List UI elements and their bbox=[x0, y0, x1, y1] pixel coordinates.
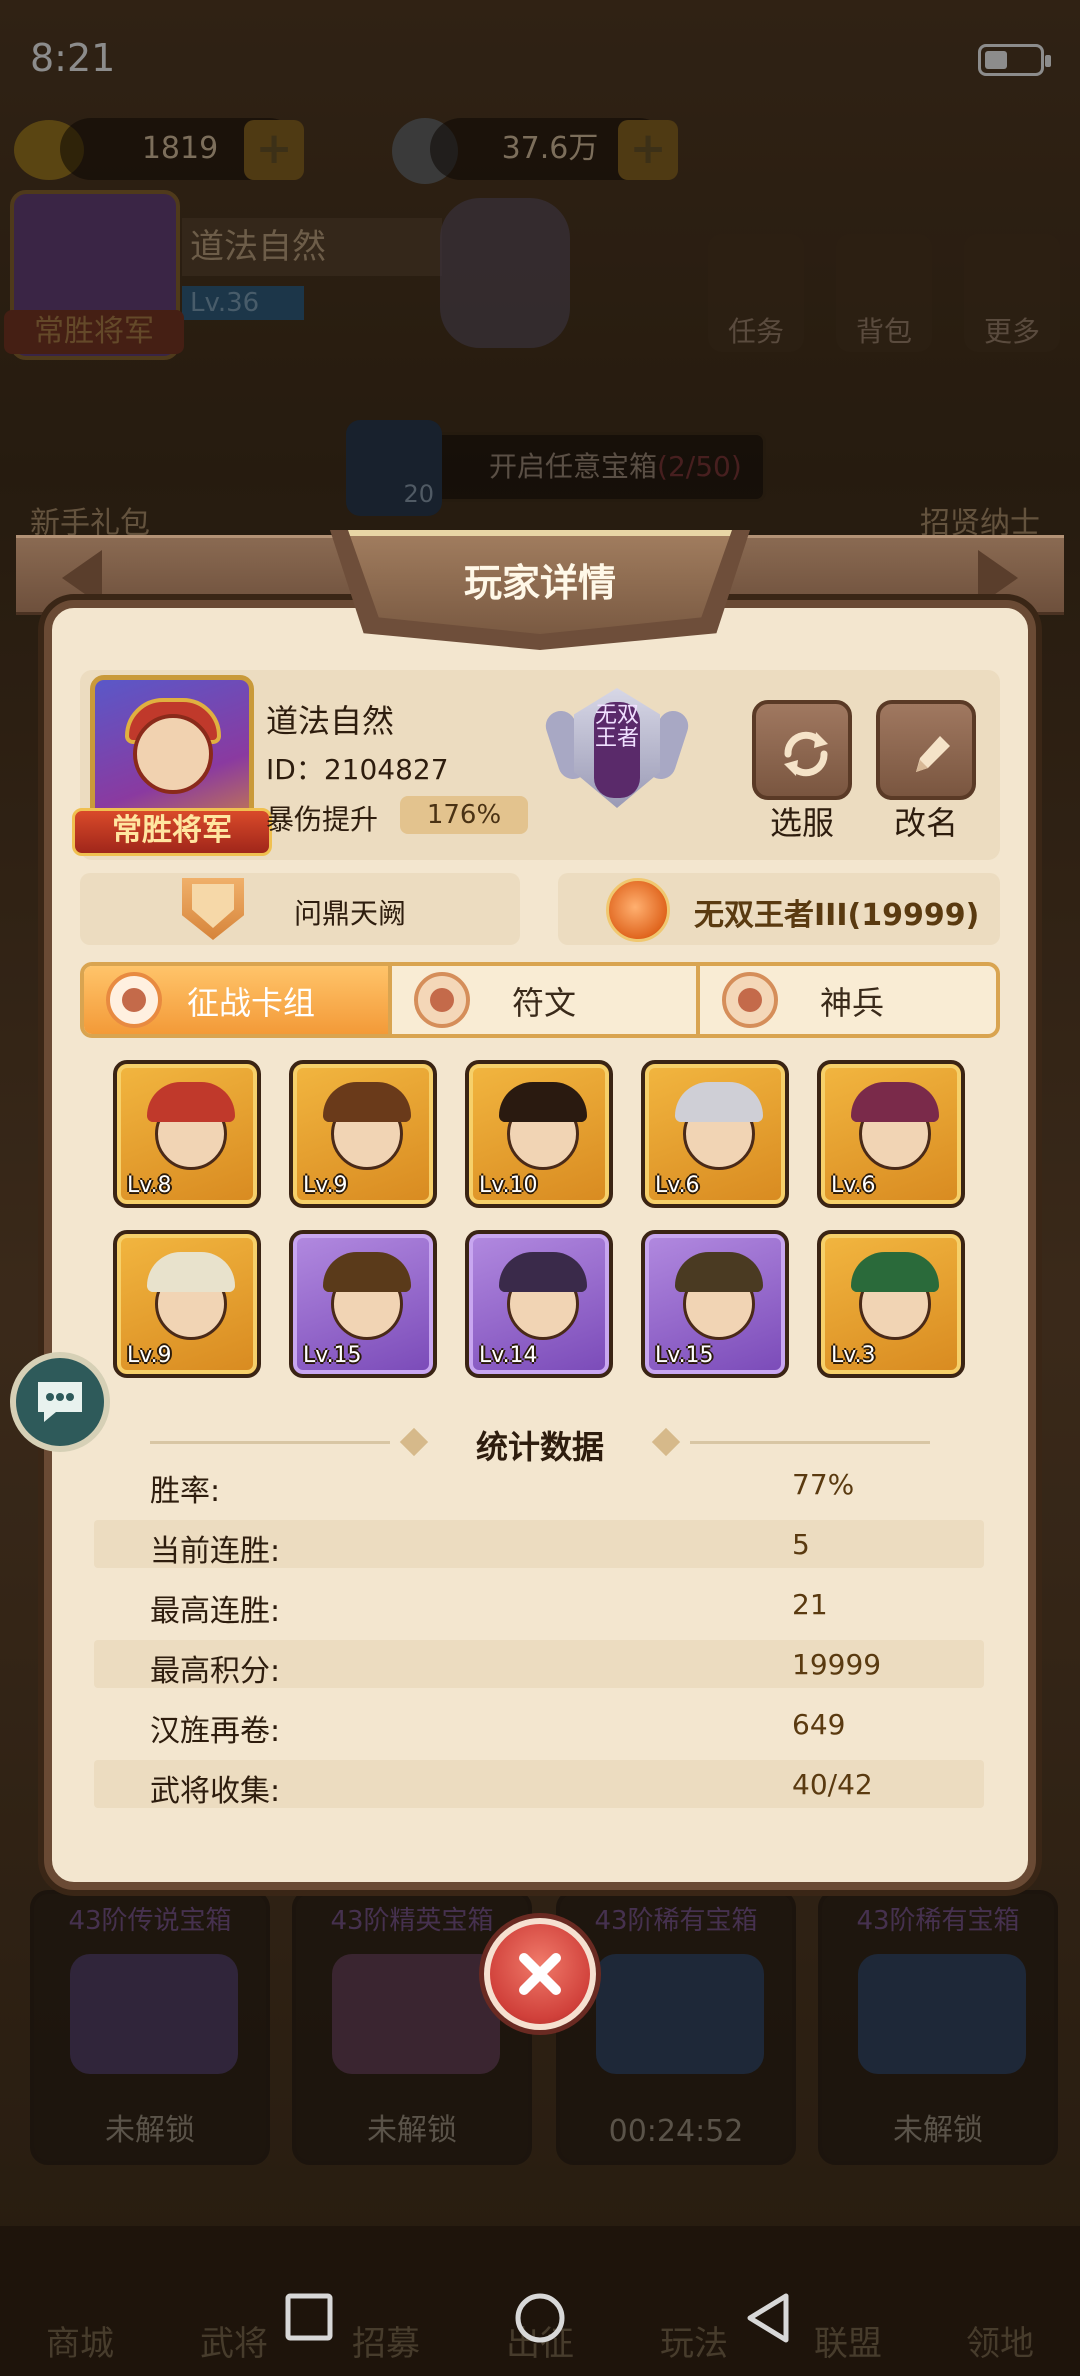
hero-level: Lv.3 bbox=[831, 1343, 876, 1368]
stat-row: 最高连胜: 21 bbox=[94, 1580, 984, 1629]
hero-level: Lv.9 bbox=[127, 1343, 172, 1368]
player-id: ID：2104827 bbox=[266, 753, 449, 786]
detail-tabs: 征战卡组 符文 神兵 bbox=[80, 962, 1000, 1038]
select-server-label: 选服 bbox=[769, 804, 834, 842]
hero-card[interactable]: Lv.6 bbox=[817, 1060, 965, 1208]
hero-portrait bbox=[851, 1252, 939, 1292]
hero-portrait bbox=[323, 1082, 411, 1122]
stat-value: 649 bbox=[792, 1708, 846, 1741]
chat-icon bbox=[38, 1382, 82, 1422]
rank-emblem-text: 无双王者 bbox=[594, 702, 640, 798]
stat-row: 最高积分: 19999 bbox=[94, 1640, 984, 1689]
hero-card[interactable]: Lv.9 bbox=[113, 1230, 261, 1378]
stat-value: 77% bbox=[792, 1468, 855, 1501]
stat-value: 40/42 bbox=[792, 1768, 873, 1801]
tab-battle-deck[interactable]: 征战卡组 bbox=[84, 966, 388, 1034]
stat-row: 当前连胜: 5 bbox=[94, 1520, 984, 1569]
refresh-icon bbox=[784, 731, 828, 777]
hero-portrait bbox=[499, 1082, 587, 1122]
tab-runes[interactable]: 符文 bbox=[392, 966, 696, 1034]
hero-card[interactable]: Lv.3 bbox=[817, 1230, 965, 1378]
tab-divine-weapons[interactable]: 神兵 bbox=[700, 966, 996, 1034]
hero-portrait bbox=[851, 1082, 939, 1122]
close-icon bbox=[519, 1953, 561, 1995]
hero-level: Lv.14 bbox=[479, 1343, 538, 1368]
stat-value: 19999 bbox=[792, 1648, 882, 1681]
recent-apps-icon[interactable] bbox=[282, 2290, 336, 2344]
rename-label: 改名 bbox=[893, 804, 958, 842]
stat-label: 最高积分: bbox=[150, 1654, 281, 1689]
hero-level: Lv.9 bbox=[303, 1173, 348, 1198]
rename-button[interactable] bbox=[876, 700, 976, 800]
stat-label: 胜率: bbox=[150, 1474, 221, 1509]
hero-portrait bbox=[499, 1252, 587, 1292]
hero-level: Lv.6 bbox=[831, 1173, 876, 1198]
select-server-button[interactable] bbox=[752, 700, 852, 800]
stat-row: 汉旌再卷: 649 bbox=[94, 1700, 984, 1749]
crit-damage-value: 176% bbox=[400, 796, 528, 834]
chat-button[interactable] bbox=[10, 1352, 110, 1452]
close-button[interactable] bbox=[484, 1918, 596, 2030]
title-badge: 常胜将军 bbox=[72, 808, 272, 856]
hero-portrait bbox=[147, 1082, 235, 1122]
hero-portrait bbox=[675, 1082, 763, 1122]
stat-value: 5 bbox=[792, 1528, 810, 1561]
pencil-icon bbox=[916, 736, 950, 772]
hero-portrait bbox=[147, 1252, 235, 1292]
divider-right bbox=[690, 1441, 930, 1444]
hero-card[interactable]: Lv.9 bbox=[289, 1060, 437, 1208]
hero-portrait bbox=[675, 1252, 763, 1292]
hero-card[interactable]: Lv.8 bbox=[113, 1060, 261, 1208]
hero-level: Lv.15 bbox=[655, 1343, 714, 1368]
hero-level: Lv.6 bbox=[655, 1173, 700, 1198]
tab-label: 符文 bbox=[511, 984, 576, 1022]
home-icon[interactable] bbox=[512, 2290, 568, 2346]
hero-portrait bbox=[323, 1252, 411, 1292]
hero-card[interactable]: Lv.10 bbox=[465, 1060, 613, 1208]
hero-card[interactable]: Lv.15 bbox=[641, 1230, 789, 1378]
stat-row: 武将收集: 40/42 bbox=[94, 1760, 984, 1809]
stat-label: 当前连胜: bbox=[150, 1534, 281, 1569]
stat-row: 胜率: 77% bbox=[94, 1460, 984, 1509]
stat-label: 最高连胜: bbox=[150, 1594, 281, 1629]
back-icon[interactable] bbox=[742, 2290, 794, 2346]
rank-score: 无双王者III(19999) bbox=[694, 898, 980, 933]
medal-icon bbox=[606, 878, 670, 942]
tab-label: 神兵 bbox=[819, 984, 884, 1022]
stat-label: 武将收集: bbox=[150, 1774, 281, 1809]
stat-label: 汉旌再卷: bbox=[150, 1714, 281, 1749]
hero-level: Lv.8 bbox=[127, 1173, 172, 1198]
hero-card[interactable]: Lv.6 bbox=[641, 1060, 789, 1208]
crit-damage-label: 暴伤提升 bbox=[266, 803, 379, 836]
player-name: 道法自然 bbox=[266, 702, 395, 740]
stat-value: 21 bbox=[792, 1588, 828, 1621]
hero-card[interactable]: Lv.14 bbox=[465, 1230, 613, 1378]
hero-level: Lv.10 bbox=[479, 1173, 538, 1198]
hero-card[interactable]: Lv.15 bbox=[289, 1230, 437, 1378]
divider-left bbox=[150, 1441, 390, 1444]
hero-level: Lv.15 bbox=[303, 1343, 362, 1368]
guild-name: 问鼎天阙 bbox=[294, 897, 407, 930]
dialog-title: 玩家详情 bbox=[463, 561, 616, 605]
rank-emblem-icon: 无双王者 bbox=[541, 682, 693, 824]
tab-label: 征战卡组 bbox=[186, 984, 315, 1022]
